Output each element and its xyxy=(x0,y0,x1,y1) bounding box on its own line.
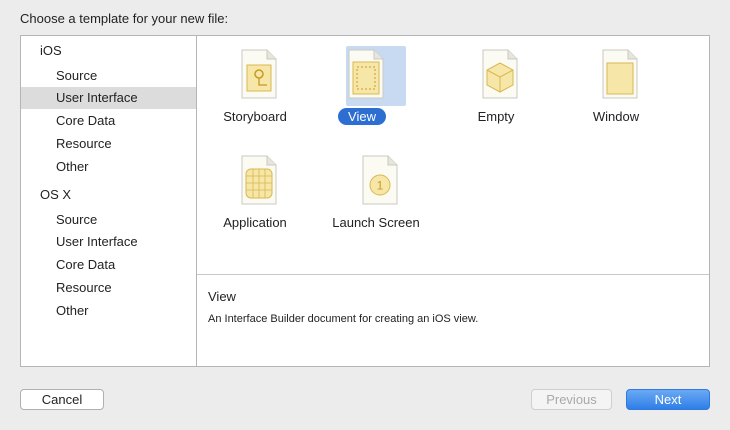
template-storyboard-label: Storyboard xyxy=(223,109,287,124)
sidebar-item-ios-resource[interactable]: Resource xyxy=(21,133,196,155)
template-launch-screen[interactable]: 1 Launch Screen xyxy=(321,147,431,247)
template-view[interactable]: View xyxy=(307,41,417,141)
empty-icon xyxy=(482,49,518,99)
svg-text:1: 1 xyxy=(377,179,384,193)
sidebar-item-ios-core-data[interactable]: Core Data xyxy=(21,110,196,132)
template-window[interactable]: Window xyxy=(561,41,671,141)
template-application[interactable]: Application xyxy=(200,147,310,247)
sidebar-item-osx-other[interactable]: Other xyxy=(21,300,196,322)
template-application-label: Application xyxy=(223,215,287,230)
template-storyboard[interactable]: Storyboard xyxy=(200,41,310,141)
template-view-label-text: View xyxy=(338,108,386,125)
previous-button[interactable]: Previous xyxy=(531,389,612,410)
sidebar-item-osx-resource[interactable]: Resource xyxy=(21,277,196,299)
template-panel: Storyboard View Empty Window Application… xyxy=(197,35,710,367)
window-icon xyxy=(602,49,638,99)
next-button[interactable]: Next xyxy=(626,389,710,410)
sidebar-item-osx-core-data[interactable]: Core Data xyxy=(21,254,196,276)
sidebar-item-ios-user-interface[interactable]: User Interface xyxy=(21,87,196,109)
template-empty[interactable]: Empty xyxy=(441,41,551,141)
sidebar-item-osx-user-interface[interactable]: User Interface xyxy=(21,231,196,253)
view-icon xyxy=(348,49,384,99)
storyboard-icon xyxy=(241,49,277,99)
template-view-label: View xyxy=(307,108,417,125)
application-icon xyxy=(241,155,277,205)
dialog-prompt: Choose a template for your new file: xyxy=(20,11,229,26)
sidebar-item-ios-other[interactable]: Other xyxy=(21,156,196,178)
sidebar-group-ios: iOS xyxy=(40,43,62,58)
template-grid: Storyboard View Empty Window Application… xyxy=(197,36,709,274)
sidebar-item-osx-source[interactable]: Source xyxy=(21,209,196,231)
description-title: View xyxy=(208,289,236,304)
template-window-label: Window xyxy=(592,109,640,124)
description-text: An Interface Builder document for creati… xyxy=(208,313,479,325)
template-empty-label: Empty xyxy=(477,109,515,124)
sidebar-item-ios-source[interactable]: Source xyxy=(21,65,196,87)
description-divider xyxy=(197,274,709,275)
sidebar-group-osx: OS X xyxy=(40,187,72,202)
template-category-sidebar: iOS Source User Interface Core Data Reso… xyxy=(20,35,197,367)
launch-screen-icon: 1 xyxy=(362,155,398,205)
template-launch-screen-label: Launch Screen xyxy=(332,215,420,230)
cancel-button[interactable]: Cancel xyxy=(20,389,104,410)
